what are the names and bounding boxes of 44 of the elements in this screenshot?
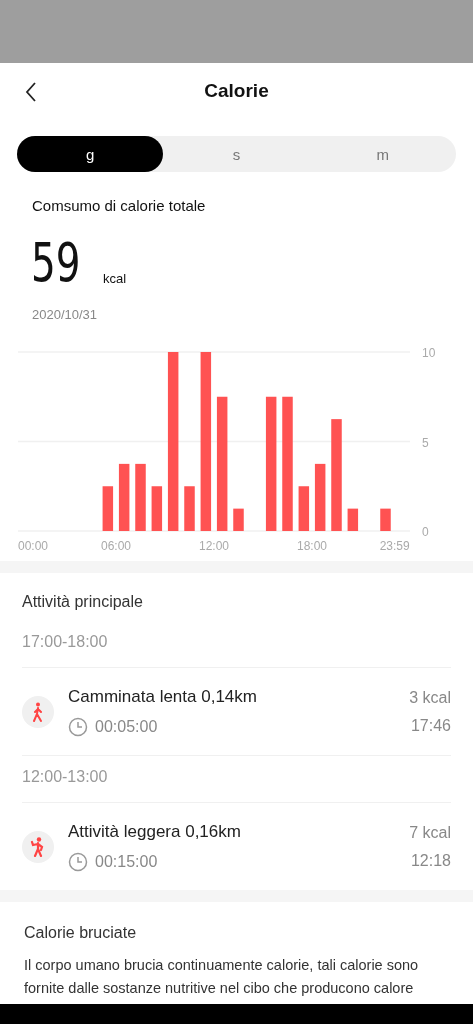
clock-icon: [68, 717, 88, 737]
activity-name: Attività leggera 0,16km: [68, 822, 242, 842]
activity-calories: 3 kcal: [409, 689, 451, 707]
period-tab[interactable]: g: [17, 136, 164, 172]
x-tick-label: 12:00: [199, 539, 229, 553]
summary-date: 2020/10/31: [32, 307, 99, 322]
activity-calories: 7 kcal: [409, 824, 451, 842]
period-tab[interactable]: s: [163, 136, 310, 172]
bar: [118, 463, 130, 531]
calorie-total: 59: [31, 236, 81, 290]
y-tick-label: 5: [422, 435, 429, 450]
bar: [380, 508, 391, 531]
period-label: 12:00-13:00: [22, 756, 451, 803]
x-tick-label: 00:00: [18, 539, 49, 553]
bar: [314, 463, 326, 531]
person-icon: [30, 837, 46, 857]
summary-label: Comsumo di calorie totale: [32, 197, 207, 214]
activity-duration: 00:05:00: [95, 718, 158, 736]
info-paragraph: Il corpo umano brucia continuamente calorie, tali calorie sono fornite dalle sostanze nutritive nel cibo che producono calore: [24, 956, 420, 998]
bar: [135, 463, 146, 531]
period-label: 17:00-18:00: [22, 621, 451, 668]
period-tab[interactable]: m: [309, 136, 456, 172]
bar: [233, 508, 244, 531]
clock-icon: [68, 852, 88, 872]
section-title: Attività principale: [22, 592, 144, 612]
bar: [298, 486, 310, 531]
bar: [347, 508, 359, 531]
y-tick-label: 10: [422, 346, 436, 360]
x-tick-label: 06:00: [101, 539, 131, 553]
info-title: Calorie bruciate: [23, 923, 138, 943]
calorie-unit: kcal: [103, 271, 127, 286]
bar: [184, 486, 195, 531]
y-tick-label: 0: [422, 525, 429, 539]
bar: [102, 486, 114, 531]
bar: [151, 486, 163, 531]
activity-time: 17:46: [410, 717, 451, 735]
activity-name: Camminata lenta 0,14km: [68, 687, 258, 707]
x-tick-label: 23:59: [379, 539, 410, 553]
activity-duration: 00:15:00: [95, 853, 158, 871]
walking-person-icon: [31, 702, 45, 722]
back-icon[interactable]: [24, 81, 38, 103]
activity-time: 12:18: [410, 852, 451, 870]
x-tick-label: 18:00: [297, 539, 327, 553]
page-title: Calorie: [204, 80, 269, 102]
